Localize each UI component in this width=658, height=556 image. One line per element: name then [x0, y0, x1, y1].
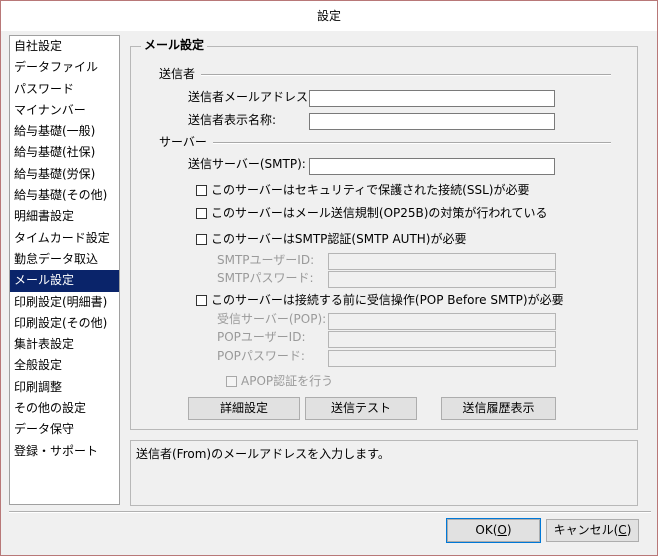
sidebar-item-print-statement[interactable]: 印刷設定(明細書): [10, 292, 119, 313]
smtp-auth-checkbox-label: このサーバーはSMTP認証(SMTP AUTH)が必要: [211, 232, 467, 246]
sidebar-item-other[interactable]: その他の設定: [10, 398, 119, 419]
ssl-checkbox[interactable]: [196, 184, 207, 196]
apop-checkbox-row[interactable]: APOP認証を行う: [226, 373, 333, 389]
sidebar-item-general[interactable]: 全般設定: [10, 355, 119, 376]
cancel-button[interactable]: キャンセル(C): [546, 519, 639, 542]
cancel-button-close: ): [626, 523, 632, 537]
sidebar-item-password[interactable]: パスワード: [10, 79, 119, 100]
apop-checkbox[interactable]: [226, 375, 237, 387]
sidebar-item-statement[interactable]: 明細書設定: [10, 206, 119, 227]
window-title: 設定: [1, 1, 657, 31]
pop-server-label: 受信サーバー(POP):: [217, 312, 327, 326]
panel-title: メール設定: [141, 37, 208, 53]
sender-address-input[interactable]: [309, 90, 555, 107]
smtp-password-label: SMTPパスワード:: [217, 271, 314, 285]
sidebar-item-print-adjust[interactable]: 印刷調整: [10, 377, 119, 398]
pop-user-input[interactable]: [328, 331, 556, 348]
ssl-checkbox-label: このサーバーはセキュリティで保護された接続(SSL)が必要: [211, 183, 530, 197]
smtp-user-input[interactable]: [328, 253, 556, 270]
pop-password-label: POPパスワード:: [217, 349, 305, 363]
sender-address-label: 送信者メールアドレス:: [188, 90, 313, 104]
help-text: 送信者(From)のメールアドレスを入力します。: [130, 440, 638, 506]
sidebar-item-salary-other[interactable]: 給与基礎(その他): [10, 185, 119, 206]
op25b-checkbox-row[interactable]: このサーバーはメール送信規制(OP25B)の対策が行われている: [196, 205, 547, 221]
ok-button[interactable]: OK(O): [446, 518, 541, 543]
sidebar-item-summary[interactable]: 集計表設定: [10, 334, 119, 355]
ok-button-text: OK(: [475, 523, 498, 537]
ok-button-accel: O: [497, 523, 507, 537]
smtp-password-input[interactable]: [328, 271, 556, 288]
sidebar-item-data-file[interactable]: データファイル: [10, 57, 119, 78]
smtp-server-input[interactable]: [309, 158, 555, 175]
pop-user-label: POPユーザーID:: [217, 330, 306, 344]
sidebar-item-timecard[interactable]: タイムカード設定: [10, 228, 119, 249]
server-separator: [213, 142, 611, 144]
smtp-auth-checkbox-row[interactable]: このサーバーはSMTP認証(SMTP AUTH)が必要: [196, 231, 466, 247]
pop-before-checkbox-label: このサーバーは接続する前に受信操作(POP Before SMTP)が必要: [211, 293, 564, 307]
footer-separator: [9, 511, 651, 513]
sender-name-label: 送信者表示名称:: [188, 113, 277, 127]
sidebar-item-mail[interactable]: メール設定: [10, 270, 119, 292]
cancel-button-accel: C: [618, 523, 627, 537]
sidebar-item-attendance-import[interactable]: 勤怠データ取込: [10, 249, 119, 270]
sidebar-item-salary-social[interactable]: 給与基礎(社保): [10, 142, 119, 163]
op25b-checkbox[interactable]: [196, 207, 207, 219]
smtp-server-label: 送信サーバー(SMTP):: [188, 157, 306, 171]
server-section-label: サーバー: [159, 135, 211, 149]
settings-dialog: 設定 自社設定 データファイル パスワード マイナンバー 給与基礎(一般) 給与…: [0, 0, 658, 556]
sidebar-item-company[interactable]: 自社設定: [10, 36, 119, 57]
sidebar-item-my-number[interactable]: マイナンバー: [10, 100, 119, 121]
pop-server-input[interactable]: [328, 313, 556, 330]
smtp-user-label: SMTPユーザーID:: [217, 253, 315, 267]
sender-section-label: 送信者: [159, 67, 200, 81]
ok-button-close: ): [506, 523, 512, 537]
sender-separator: [201, 74, 611, 76]
sidebar-item-salary-labor[interactable]: 給与基礎(労保): [10, 164, 119, 185]
sender-name-input[interactable]: [309, 113, 555, 130]
pop-before-checkbox-row[interactable]: このサーバーは接続する前に受信操作(POP Before SMTP)が必要: [196, 292, 564, 308]
sidebar-list[interactable]: 自社設定 データファイル パスワード マイナンバー 給与基礎(一般) 給与基礎(…: [9, 35, 120, 505]
detail-settings-button[interactable]: 詳細設定: [188, 397, 300, 420]
send-test-button[interactable]: 送信テスト: [305, 397, 417, 420]
sidebar-item-registration[interactable]: 登録・サポート: [10, 441, 119, 462]
cancel-button-text: キャンセル(: [553, 523, 619, 537]
ssl-checkbox-row[interactable]: このサーバーはセキュリティで保護された接続(SSL)が必要: [196, 182, 529, 198]
sidebar-item-maintenance[interactable]: データ保守: [10, 419, 119, 440]
pop-password-input[interactable]: [328, 350, 556, 367]
apop-checkbox-label: APOP認証を行う: [241, 374, 334, 388]
send-history-button[interactable]: 送信履歴表示: [441, 397, 556, 420]
pop-before-checkbox[interactable]: [196, 294, 207, 306]
smtp-auth-checkbox[interactable]: [196, 233, 207, 245]
sidebar-item-salary-general[interactable]: 給与基礎(一般): [10, 121, 119, 142]
op25b-checkbox-label: このサーバーはメール送信規制(OP25B)の対策が行われている: [211, 206, 548, 220]
sidebar-item-print-other[interactable]: 印刷設定(その他): [10, 313, 119, 334]
